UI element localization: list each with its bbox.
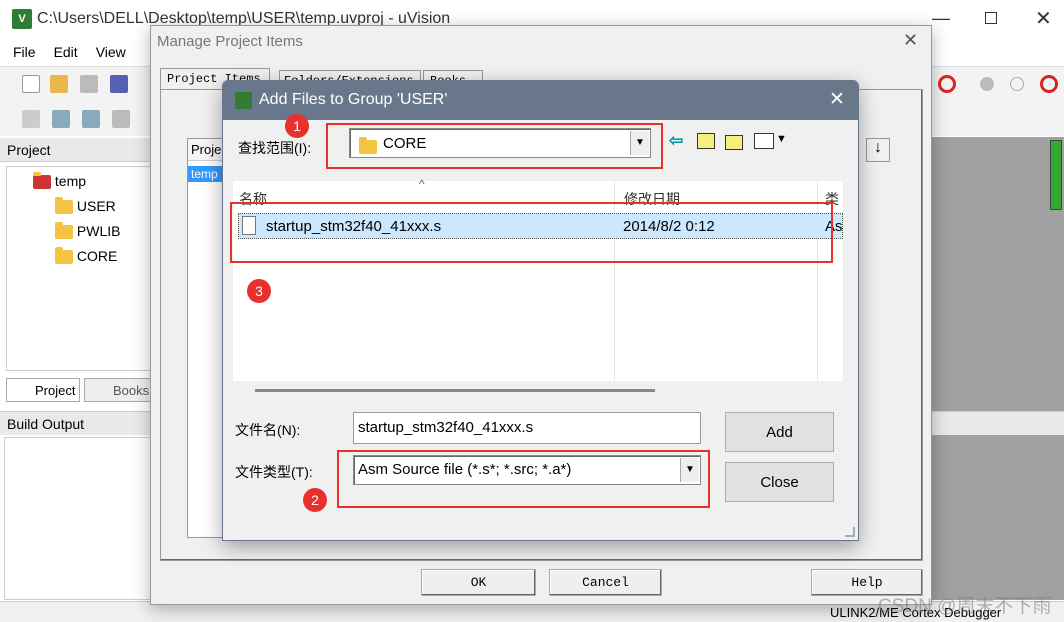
debug-icon[interactable] bbox=[938, 75, 956, 93]
translate-icon[interactable] bbox=[22, 110, 40, 128]
up-folder-icon[interactable] bbox=[697, 133, 715, 149]
rebuild-icon[interactable] bbox=[82, 110, 100, 128]
folder-icon bbox=[55, 247, 73, 265]
open-folder-icon[interactable] bbox=[50, 75, 68, 93]
folder-icon bbox=[55, 222, 73, 240]
tree-label: USER bbox=[76, 198, 116, 214]
folder-icon bbox=[55, 197, 73, 215]
filename-input[interactable]: startup_stm32f40_41xxx.s bbox=[353, 412, 701, 444]
project-root-icon bbox=[33, 172, 51, 190]
breakpoint-icon[interactable] bbox=[980, 77, 994, 91]
close-window-button[interactable]: ✕ bbox=[1035, 6, 1052, 31]
sort-asc-icon: ^ bbox=[419, 177, 425, 191]
annotation-badge-1: 1 bbox=[285, 114, 309, 138]
project-panel-title: Project bbox=[7, 142, 51, 158]
new-file-icon[interactable] bbox=[22, 75, 40, 93]
kill-breakpoints-icon[interactable] bbox=[1040, 75, 1058, 93]
add-dialog-logo-icon bbox=[235, 92, 252, 109]
annotation-badge-2: 2 bbox=[303, 488, 327, 512]
project-panel-header: Project bbox=[0, 138, 160, 162]
menu-edit[interactable]: Edit bbox=[54, 44, 78, 60]
watermark: CSDN @周末不下雨 bbox=[878, 596, 1052, 617]
save-icon[interactable] bbox=[80, 75, 98, 93]
manage-dialog-close-button[interactable]: ✕ bbox=[903, 30, 918, 51]
breakpoint-disable-icon[interactable] bbox=[1010, 77, 1024, 91]
cancel-button[interactable]: Cancel bbox=[549, 569, 662, 596]
annotation-box-file-row bbox=[230, 202, 833, 263]
build-icon[interactable] bbox=[52, 110, 70, 128]
filename-label: 文件名(N): bbox=[235, 422, 301, 438]
close-button[interactable]: Close bbox=[725, 462, 834, 502]
move-down-button[interactable]: ↓ bbox=[866, 138, 890, 162]
add-dialog-close-button[interactable]: ✕ bbox=[829, 88, 845, 111]
tree-item-pwlib[interactable]: PWLIB bbox=[55, 222, 121, 240]
look-in-label: 查找范围(I): bbox=[238, 140, 312, 156]
filetype-label: 文件类型(T): bbox=[235, 464, 313, 480]
build-output-title: Build Output bbox=[7, 416, 85, 432]
minimize-button[interactable]: — bbox=[932, 8, 950, 29]
horizontal-scrollbar[interactable] bbox=[255, 389, 655, 392]
annotation-badge-3: 3 bbox=[247, 279, 271, 303]
tree-item-user[interactable]: USER bbox=[55, 197, 116, 215]
groups-list-item[interactable]: temp bbox=[188, 166, 226, 182]
tab-books[interactable]: Books bbox=[84, 378, 154, 402]
resize-grip-icon[interactable] bbox=[845, 527, 855, 537]
add-button[interactable]: Add bbox=[725, 412, 834, 452]
save-all-icon[interactable] bbox=[110, 75, 128, 93]
add-dialog-title: Add Files to Group 'USER' bbox=[259, 91, 448, 108]
tree-label: CORE bbox=[76, 248, 118, 264]
menu-file[interactable]: File bbox=[13, 44, 36, 60]
app-logo-icon: V bbox=[12, 9, 32, 29]
tab-project[interactable]: Project bbox=[6, 378, 80, 402]
tree-item-core[interactable]: CORE bbox=[55, 247, 118, 265]
tree-item-temp[interactable]: temp bbox=[33, 172, 87, 190]
groups-list-header: Proje bbox=[188, 139, 226, 161]
back-icon[interactable]: ⇦ bbox=[669, 131, 683, 151]
scroll-indicator[interactable] bbox=[1050, 140, 1062, 210]
menu-view[interactable]: View bbox=[96, 44, 126, 60]
maximize-button[interactable] bbox=[985, 12, 997, 24]
view-menu-arrow-icon[interactable]: ▼ bbox=[776, 133, 787, 145]
groups-list[interactable]: Proje temp bbox=[187, 138, 227, 538]
manage-dialog-title: Manage Project Items bbox=[157, 33, 303, 50]
view-menu-icon[interactable] bbox=[754, 133, 774, 149]
ok-button[interactable]: OK bbox=[421, 569, 536, 596]
tree-label: temp bbox=[54, 173, 87, 189]
annotation-box-filetype bbox=[337, 450, 710, 508]
annotation-box-look-in bbox=[326, 123, 663, 169]
editor-area bbox=[930, 137, 1064, 600]
project-tree: temp USER PWLIB CORE bbox=[6, 166, 156, 371]
batch-build-icon[interactable] bbox=[112, 110, 130, 128]
menu-bar: File Edit View bbox=[0, 40, 160, 64]
add-dialog-titlebar: Add Files to Group 'USER' ✕ bbox=[223, 81, 858, 120]
tree-label: PWLIB bbox=[76, 223, 121, 239]
new-folder-icon[interactable] bbox=[725, 135, 743, 150]
